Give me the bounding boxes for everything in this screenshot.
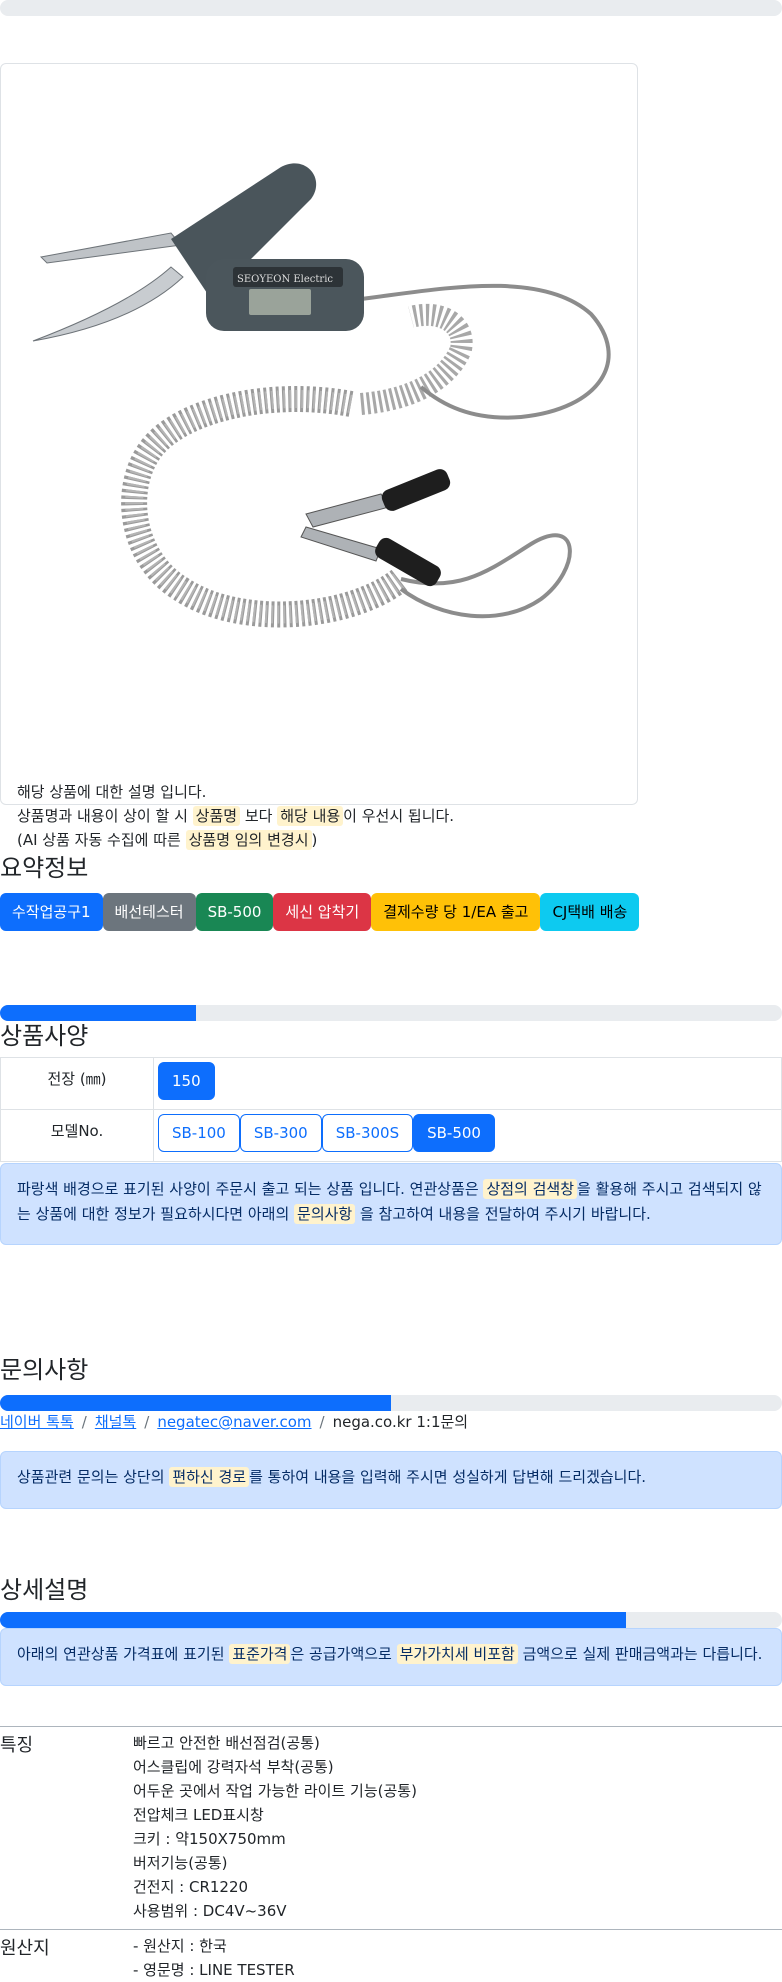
spec-label: 전장 (㎜): [0, 1057, 154, 1110]
notice-text: 상품관련 문의는 상단의: [17, 1468, 170, 1486]
inquiry-progress: [0, 1395, 782, 1411]
notice-text: 은 공급가액으로: [290, 1645, 397, 1663]
summary-badge: 결제수량 당 1/EA 출고: [371, 893, 541, 931]
highlight-text: 표준가격: [229, 1644, 291, 1664]
breadcrumb-separator: /: [81, 1413, 87, 1431]
notice-text: ): [311, 831, 318, 849]
notice-text: 보다: [240, 807, 278, 825]
spec-table: 전장 (㎜) 150 모델No. SB-100 SB-300 SB-300S SB-500: [0, 1057, 782, 1162]
inquiry-text: nega.co.kr 1:1문의: [332, 1413, 469, 1431]
spec-option-button[interactable]: SB-500: [413, 1114, 495, 1152]
features-list: 빠르고 안전한 배선점검(공통) 어스클립에 강력자석 부착(공통) 어두운 곳에서…: [133, 1731, 417, 1923]
specs-progress: [0, 1005, 782, 1021]
highlight-text: 상점의 검색창: [483, 1179, 578, 1199]
detail-progress: [0, 1612, 782, 1628]
origin-list: - 원산지 : 한국 - 영문명 : LINE TESTER: [133, 1934, 295, 1982]
highlight-text: 상품명 임의 변경시: [185, 830, 312, 850]
highlight-text: 상품명: [192, 806, 241, 826]
detail-notice: 아래의 연관상품 가격표에 표기된 표준가격 은 공급가액으로 부가가치세 비포함…: [0, 1628, 782, 1686]
features-section: 특징 빠르고 안전한 배선점검(공통) 어스클립에 강력자석 부착(공통) 어두운 …: [0, 1726, 782, 1931]
feature-item: 버저기능(공통): [133, 1854, 228, 1872]
highlight-text: 문의사항: [294, 1204, 356, 1224]
product-card: SEOYEON Electric 해당 상품에 대한 설명 입니다. 상품명과 내…: [0, 63, 638, 850]
breadcrumb-separator: /: [319, 1413, 325, 1431]
origin-item: - 영문명 : LINE TESTER: [133, 1961, 295, 1979]
breadcrumb-separator: /: [144, 1413, 150, 1431]
highlight-text: 해당 내용: [277, 806, 344, 826]
summary-badges: 수작업공구1 배선테스터 SB-500 세신 압착기 결제수량 당 1/EA 출고 CJ택…: [0, 893, 640, 931]
spec-option-button[interactable]: 150: [158, 1062, 215, 1100]
spec-option-button[interactable]: SB-100: [158, 1114, 240, 1152]
svg-text:SEOYEON Electric: SEOYEON Electric: [237, 274, 333, 285]
inquiry-notice: 상품관련 문의는 상단의 편하신 경로 를 통하여 내용을 입력해 주시면 성실하…: [0, 1451, 782, 1509]
product-image: SEOYEON Electric: [32, 163, 611, 628]
spec-options: SB-100 SB-300 SB-300S SB-500: [153, 1109, 782, 1162]
feature-item: 크키 : 약150X750mm: [133, 1830, 286, 1848]
inquiry-link[interactable]: 네이버 톡톡: [0, 1413, 74, 1431]
detail-title: 상세설명: [0, 1576, 89, 1604]
feature-item: 전압체크 LED표시창: [133, 1806, 264, 1824]
summary-badge: CJ택배 배송: [540, 893, 640, 931]
spec-option-button[interactable]: SB-300: [239, 1114, 322, 1152]
description-line: 해당 상품에 대한 설명 입니다.: [17, 780, 454, 804]
detail-progress-fill: [0, 1612, 626, 1628]
notice-text: 를 통하여 내용을 입력해 주시면 성실하게 답변해 드리겠습니다.: [249, 1468, 647, 1486]
notice-text: 파랑색 배경으로 표기된 사양이 주문시 출고 되는 상품 입니다. 연관상품은: [17, 1180, 484, 1198]
summary-badge: 세신 압착기: [273, 893, 372, 931]
spec-row: 모델No. SB-100 SB-300 SB-300S SB-500: [0, 1109, 782, 1162]
highlight-text: 부가가치세 비포함: [396, 1644, 518, 1664]
spec-option-button[interactable]: SB-300S: [321, 1114, 414, 1152]
features-label: 특징: [0, 1735, 34, 1756]
origin-section: 원산지 - 원산지 : 한국 - 영문명 : LINE TESTER: [0, 1929, 782, 1979]
top-progress-bar: [0, 0, 782, 16]
feature-item: 건전지 : CR1220: [133, 1878, 249, 1896]
feature-item: 빠르고 안전한 배선점검(공통): [133, 1734, 320, 1752]
notice-text: 이 우선시 됩니다.: [343, 807, 455, 825]
summary-badge: 수작업공구1: [0, 893, 103, 931]
feature-item: 어두운 곳에서 작업 가능한 라이트 기능(공통): [133, 1782, 417, 1800]
feature-item: 어스클립에 강력자석 부착(공통): [133, 1758, 334, 1776]
notice-text: 해당 상품에 대한 설명 입니다.: [17, 783, 207, 801]
spec-options: 150: [153, 1057, 782, 1110]
specs-notice: 파랑색 배경으로 표기된 사양이 주문시 출고 되는 상품 입니다. 연관상품은…: [0, 1163, 782, 1245]
inquiry-channels: 네이버 톡톡 / 채널톡 / negatec@naver.com / nega.co.kr …: [0, 1411, 468, 1432]
notice-text: (AI 상품 자동 수집에 따른: [17, 831, 186, 849]
notice-text: 금액으로 실제 판매금액과는 다릅니다.: [517, 1645, 763, 1663]
product-description: 해당 상품에 대한 설명 입니다. 상품명과 내용이 상이 할 시 상품명 보다 …: [17, 780, 454, 852]
origin-label: 원산지: [0, 1938, 50, 1959]
origin-item: - 원산지 : 한국: [133, 1937, 227, 1955]
summary-title: 요약정보: [0, 854, 89, 882]
notice-text: 아래의 연관상품 가격표에 표기된: [17, 1645, 230, 1663]
inquiry-progress-fill: [0, 1395, 391, 1411]
specs-title: 상품사양: [0, 1022, 89, 1050]
feature-item: 사용범위 : DC4V~36V: [133, 1902, 287, 1920]
highlight-text: 편하신 경로: [169, 1467, 250, 1487]
inquiry-link[interactable]: negatec@naver.com: [157, 1413, 311, 1431]
inquiry-title: 문의사항: [0, 1356, 89, 1384]
description-line: 상품명과 내용이 상이 할 시 상품명 보다 해당 내용 이 우선시 됩니다.: [17, 804, 454, 828]
notice-text: 을 참고하여 내용을 전달하여 주시기 바랍니다.: [355, 1205, 651, 1223]
notice-text: 상품명과 내용이 상이 할 시: [17, 807, 193, 825]
summary-badge: SB-500: [195, 893, 274, 931]
spec-row: 전장 (㎜) 150: [0, 1057, 782, 1110]
summary-badge: 배선테스터: [102, 893, 196, 931]
inquiry-link[interactable]: 채널톡: [95, 1413, 136, 1431]
spec-label: 모델No.: [0, 1109, 154, 1162]
